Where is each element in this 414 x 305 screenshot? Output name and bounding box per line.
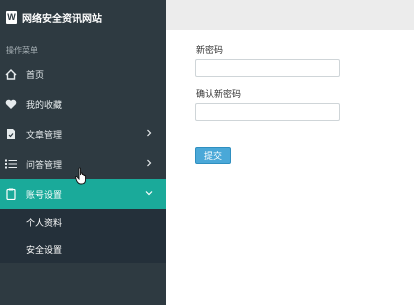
site-title: 网络安全资讯网站 <box>22 14 102 25</box>
sidebar-item-label: 文章管理 <box>26 129 63 140</box>
confirm-password-label: 确认新密码 <box>196 89 242 99</box>
site-logo-icon: W <box>6 11 17 24</box>
document-check-icon <box>4 127 18 141</box>
home-icon <box>4 67 18 81</box>
menu-section-label: 操作菜单 <box>6 46 38 55</box>
sidebar-item-label: 我的收藏 <box>26 99 63 110</box>
submenu-item-security[interactable]: 安全设置 <box>0 236 166 263</box>
hand-cursor-icon <box>75 167 86 185</box>
new-password-label: 新密码 <box>196 45 224 55</box>
chevron-down-icon <box>144 188 154 198</box>
chevron-right-icon <box>144 158 154 168</box>
main-content: 新密码 确认新密码 提交 <box>166 30 414 305</box>
new-password-input[interactable] <box>195 59 340 77</box>
list-icon <box>4 157 18 171</box>
sidebar-item-home[interactable]: 首页 <box>0 59 166 89</box>
sidebar-menu: 首页 我的收藏 文章管理 问答管理 账号设置 <box>0 59 166 209</box>
confirm-password-input[interactable] <box>195 103 340 121</box>
sidebar-item-label: 账号设置 <box>26 189 63 200</box>
top-bar <box>166 0 414 30</box>
clipboard-icon <box>4 187 18 201</box>
submenu-item-label: 个人资料 <box>26 218 63 228</box>
heart-icon <box>4 97 18 111</box>
chevron-right-icon <box>144 128 154 138</box>
sidebar-item-label: 首页 <box>26 69 45 80</box>
sidebar-item-articles[interactable]: 文章管理 <box>0 119 166 149</box>
brand-header[interactable]: W 网络安全资讯网站 <box>0 0 166 35</box>
sidebar: W 网络安全资讯网站 操作菜单 首页 我的收藏 文章管理 问答管理 账号设置 个… <box>0 0 166 305</box>
account-settings-submenu: 个人资料 安全设置 <box>0 209 166 263</box>
sidebar-item-label: 问答管理 <box>26 159 63 170</box>
submenu-item-profile[interactable]: 个人资料 <box>0 209 166 236</box>
submit-button[interactable]: 提交 <box>195 147 231 164</box>
submenu-item-label: 安全设置 <box>26 245 63 255</box>
sidebar-item-favorites[interactable]: 我的收藏 <box>0 89 166 119</box>
